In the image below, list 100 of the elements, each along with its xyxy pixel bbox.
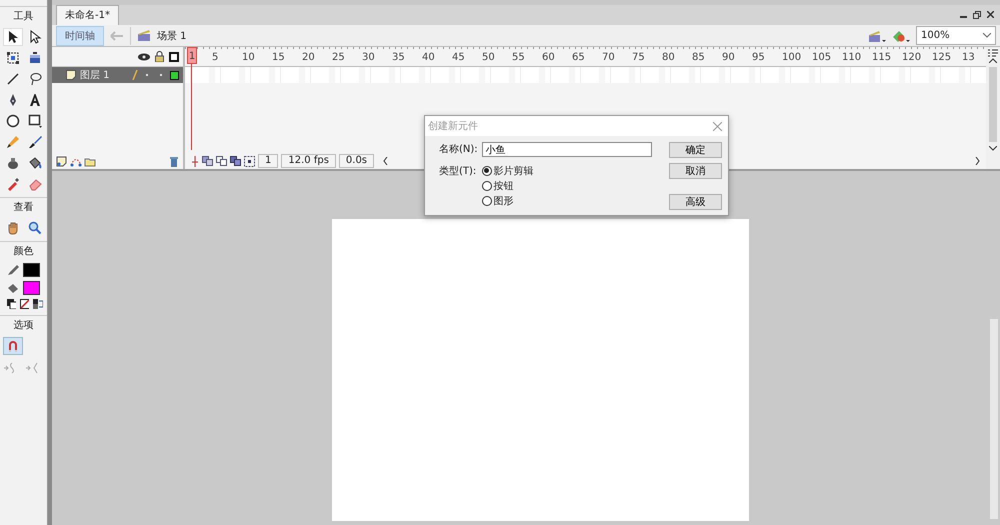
frame-number: 85 (692, 52, 705, 63)
frame-number: 15 (272, 52, 285, 63)
scrollbar-thumb[interactable] (990, 319, 998, 519)
brush-icon (28, 135, 42, 149)
clapperboard-menu-icon[interactable] (868, 28, 886, 42)
pencil-icon (7, 264, 19, 276)
layer-icon (66, 70, 76, 80)
timeline-button[interactable]: 时间轴 (56, 26, 104, 46)
frame-number: 60 (542, 52, 555, 63)
frame-rate: 12.0 fps (281, 154, 336, 168)
name-label: 名称(N): (439, 143, 478, 156)
type-label: 类型(T): (439, 164, 478, 178)
lasso-icon (28, 72, 42, 86)
ink-bottle-icon (6, 156, 20, 170)
onion-markers-icon[interactable] (244, 156, 255, 166)
document-tab[interactable]: 未命名-1* (56, 5, 119, 25)
arrow-pointer-icon (6, 30, 20, 44)
scrollbar-thumb[interactable] (989, 67, 997, 142)
zoom-icon (28, 221, 42, 235)
frame-number: 120 (902, 52, 922, 63)
dialog-title: 创建新元件 (428, 120, 478, 133)
outline-color-icon[interactable] (170, 70, 179, 80)
onion-skin-icon[interactable] (202, 156, 213, 166)
frame-number: 65 (572, 52, 585, 63)
radio-label[interactable]: 图形 (494, 194, 514, 208)
oval-icon (6, 114, 20, 128)
frame-number: 20 (302, 52, 315, 63)
rectangle-icon (28, 114, 42, 128)
section-title: 选项 (0, 315, 47, 335)
name-field[interactable]: 小鱼 (482, 142, 652, 157)
layer-row[interactable]: 图层 1 (52, 67, 183, 83)
section-title: 颜色 (0, 241, 47, 261)
eyedropper-icon (6, 177, 20, 191)
eraser-icon (28, 177, 42, 191)
no-color-icon[interactable] (20, 299, 30, 309)
frame-number: 115 (872, 52, 892, 63)
clapperboard-icon (137, 29, 151, 42)
frame-number: 10 (242, 52, 255, 63)
lock-icon[interactable] (155, 51, 164, 62)
radio-label[interactable]: 按钮 (494, 178, 514, 192)
hollow-pointer-icon (28, 30, 42, 44)
scroll-down-icon[interactable] (989, 146, 997, 151)
section-title: 工具 (0, 6, 47, 26)
frame-number: 40 (422, 52, 435, 63)
frame-number: 95 (752, 52, 765, 63)
edit-frames-icon[interactable] (230, 156, 241, 166)
scroll-left-icon[interactable] (383, 157, 388, 165)
dialog-button[interactable]: 高级 (669, 194, 722, 210)
swap-colors-icon[interactable] (33, 299, 43, 309)
scroll-right-icon[interactable] (975, 157, 980, 165)
frame-number: 30 (362, 52, 375, 63)
tool-button[interactable] (3, 28, 23, 46)
stroke-color-swatch[interactable] (23, 263, 40, 277)
frame-number: 105 (812, 52, 832, 63)
new-layer-icon[interactable] (56, 156, 68, 166)
line-icon (6, 72, 20, 86)
shapes-menu-icon[interactable] (892, 28, 910, 42)
transform-icon (6, 51, 20, 65)
frame-track[interactable] (185, 67, 986, 83)
hand-icon (6, 221, 20, 235)
center-frame-icon[interactable] (191, 156, 199, 166)
frame-number: 25 (332, 52, 345, 63)
frame-number: 35 (392, 52, 405, 63)
frame-number: 13 (962, 52, 975, 63)
scene-label: 场景 1 (157, 30, 187, 42)
section-title: 查看 (0, 197, 47, 217)
close-icon[interactable] (987, 11, 994, 18)
onion-outline-icon[interactable] (216, 156, 227, 166)
frame-number: 75 (632, 52, 645, 63)
gradient-transform-icon (28, 51, 42, 65)
restore-icon[interactable] (973, 11, 981, 19)
frame-number: 80 (662, 52, 675, 63)
dialog-button[interactable]: 确定 (669, 142, 722, 158)
pencil-icon (6, 135, 20, 149)
layer-name: 图层 1 (80, 69, 111, 82)
scroll-up-icon[interactable] (989, 58, 997, 63)
frame-number: 70 (602, 52, 615, 63)
frame-number: 55 (512, 52, 525, 63)
chevron-down-icon (983, 33, 991, 38)
text-tool-icon (28, 93, 42, 107)
frame-number: 125 (932, 52, 952, 63)
frame-number: 5 (212, 52, 218, 63)
outline-icon[interactable] (169, 52, 179, 62)
zoom-dropdown[interactable]: 100% (916, 26, 996, 45)
elapsed-time: 0.0s (338, 154, 374, 168)
radio-label[interactable]: 影片剪辑 (494, 164, 534, 178)
playhead[interactable]: 1 (187, 47, 197, 64)
current-frame: 1 (258, 154, 278, 168)
dialog-button[interactable]: 取消 (669, 163, 722, 179)
frame-number: 45 (452, 52, 465, 63)
eye-icon[interactable] (138, 52, 150, 60)
trash-icon[interactable] (169, 156, 179, 166)
frame-number: 90 (722, 52, 735, 63)
folder-icon[interactable] (84, 156, 96, 166)
panel-menu-icon[interactable] (988, 49, 998, 58)
fill-color-swatch[interactable] (23, 281, 40, 295)
frame-number: 50 (482, 52, 495, 63)
magnet-icon (6, 339, 20, 353)
default-colors-icon[interactable] (7, 299, 16, 309)
frame-number: 100 (782, 52, 802, 63)
